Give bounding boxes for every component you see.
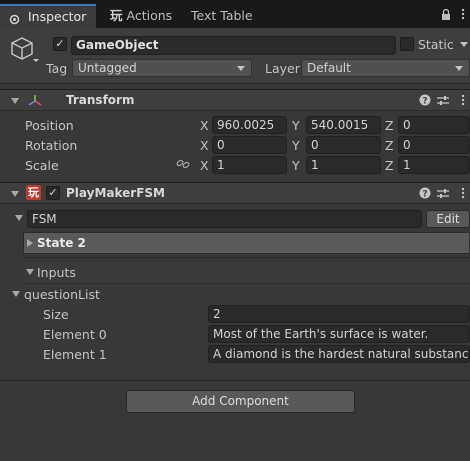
fsm-name-field[interactable]: FSM xyxy=(27,210,422,228)
position-y-field[interactable]: 540.0015 xyxy=(306,116,381,134)
element-0-label: Element 0 xyxy=(43,327,107,342)
position-label: Position xyxy=(25,118,74,133)
fsm-edit-button[interactable]: Edit xyxy=(426,210,470,228)
svg-text:?: ? xyxy=(422,97,427,107)
presets-icon[interactable] xyxy=(437,95,449,109)
foldout-arrow-icon xyxy=(11,98,19,104)
scale-z-field[interactable]: 1 xyxy=(398,156,470,174)
layer-dropdown[interactable]: Default xyxy=(301,59,470,77)
tab-inspector[interactable]: Inspector xyxy=(0,4,96,28)
fsm-foldout-icon[interactable] xyxy=(15,215,23,221)
playmaker-icon: 玩 xyxy=(110,8,123,23)
tab-actions-label: Actions xyxy=(126,8,173,23)
chevron-down-icon xyxy=(237,66,245,71)
transform-header[interactable]: Transform ? xyxy=(0,89,470,111)
inputs-foldout-row[interactable]: Inputs xyxy=(23,262,470,282)
state-expand-icon xyxy=(27,239,33,247)
constrain-proportions-icon[interactable] xyxy=(176,158,190,173)
playmaker-title: PlayMakerFSM xyxy=(66,186,165,200)
rotation-label: Rotation xyxy=(25,138,78,153)
tag-label: Tag xyxy=(46,61,68,76)
tab-text-table-label: Text Table xyxy=(191,8,253,23)
gameobject-active-checkbox[interactable]: ✓ xyxy=(53,37,67,51)
inputs-foldout-icon xyxy=(26,269,34,275)
help-icon[interactable]: ? xyxy=(419,187,431,202)
presets-icon[interactable] xyxy=(437,188,449,202)
element-1-label: Element 1 xyxy=(43,347,107,362)
static-label: Static xyxy=(418,37,454,52)
position-z-field[interactable]: 0 xyxy=(398,116,470,134)
divider xyxy=(23,283,470,284)
question-list-label: questionList xyxy=(24,287,100,302)
position-x-axis: X xyxy=(200,118,209,133)
playmaker-enabled-checkbox[interactable]: ✓ xyxy=(46,186,60,200)
inspector-icon xyxy=(8,10,21,25)
element-0-field[interactable]: Most of the Earth's surface is water. xyxy=(208,325,470,343)
static-checkbox[interactable] xyxy=(400,37,414,51)
tab-actions[interactable]: 玩 Actions xyxy=(100,4,182,28)
rotation-y-axis: Y xyxy=(292,138,300,153)
scale-z-axis: Z xyxy=(385,158,394,173)
rotation-x-field[interactable]: 0 xyxy=(212,136,287,154)
position-z-axis: Z xyxy=(385,118,394,133)
transform-icon xyxy=(27,93,43,110)
position-x-field[interactable]: 960.0025 xyxy=(212,116,287,134)
svg-text:?: ? xyxy=(422,190,427,200)
tag-dropdown-value: Untagged xyxy=(78,61,137,75)
state-row[interactable]: State 2 xyxy=(23,232,470,254)
size-field[interactable]: 2 xyxy=(208,305,470,323)
scale-y-axis: Y xyxy=(292,158,300,173)
scale-x-axis: X xyxy=(200,158,209,173)
layer-dropdown-value: Default xyxy=(307,61,351,75)
component-menu-icon[interactable] xyxy=(461,187,465,202)
foldout-arrow-icon xyxy=(11,191,19,197)
layer-label: Layer xyxy=(265,61,300,76)
gameobject-name-field[interactable]: GameObject xyxy=(71,36,396,55)
gameobject-cube-icon[interactable] xyxy=(10,35,40,68)
state-label: State 2 xyxy=(37,236,86,250)
element-1-field[interactable]: A diamond is the hardest natural substan… xyxy=(208,345,470,363)
question-list-foldout-icon[interactable] xyxy=(12,291,20,297)
size-label: Size xyxy=(43,307,69,322)
scale-y-field[interactable]: 1 xyxy=(306,156,381,174)
playmaker-fsm-icon: 玩 xyxy=(26,185,41,200)
tab-text-table[interactable]: Text Table xyxy=(181,4,263,28)
scale-label: Scale xyxy=(25,158,59,173)
position-y-axis: Y xyxy=(292,118,300,133)
inputs-label: Inputs xyxy=(37,265,76,280)
add-component-button[interactable]: Add Component xyxy=(126,390,355,413)
rotation-x-axis: X xyxy=(200,138,209,153)
lock-icon[interactable] xyxy=(441,8,451,23)
rotation-z-axis: Z xyxy=(385,138,394,153)
chevron-down-icon xyxy=(455,66,463,71)
scale-x-field[interactable]: 1 xyxy=(212,156,287,174)
static-dropdown-icon[interactable] xyxy=(460,42,468,47)
playmaker-header[interactable]: 玩 ✓ PlayMakerFSM ? xyxy=(0,182,470,204)
rotation-z-field[interactable]: 0 xyxy=(398,136,470,154)
playmaker-icon-glyph: 玩 xyxy=(28,186,39,199)
transform-title: Transform xyxy=(66,93,135,107)
divider xyxy=(0,380,470,381)
component-menu-icon[interactable] xyxy=(461,94,465,109)
help-icon[interactable]: ? xyxy=(419,94,431,109)
tab-menu-icon[interactable] xyxy=(461,8,465,23)
divider xyxy=(23,257,470,258)
rotation-y-field[interactable]: 0 xyxy=(306,136,381,154)
tab-inspector-label: Inspector xyxy=(28,9,87,24)
tag-dropdown[interactable]: Untagged xyxy=(72,59,252,77)
